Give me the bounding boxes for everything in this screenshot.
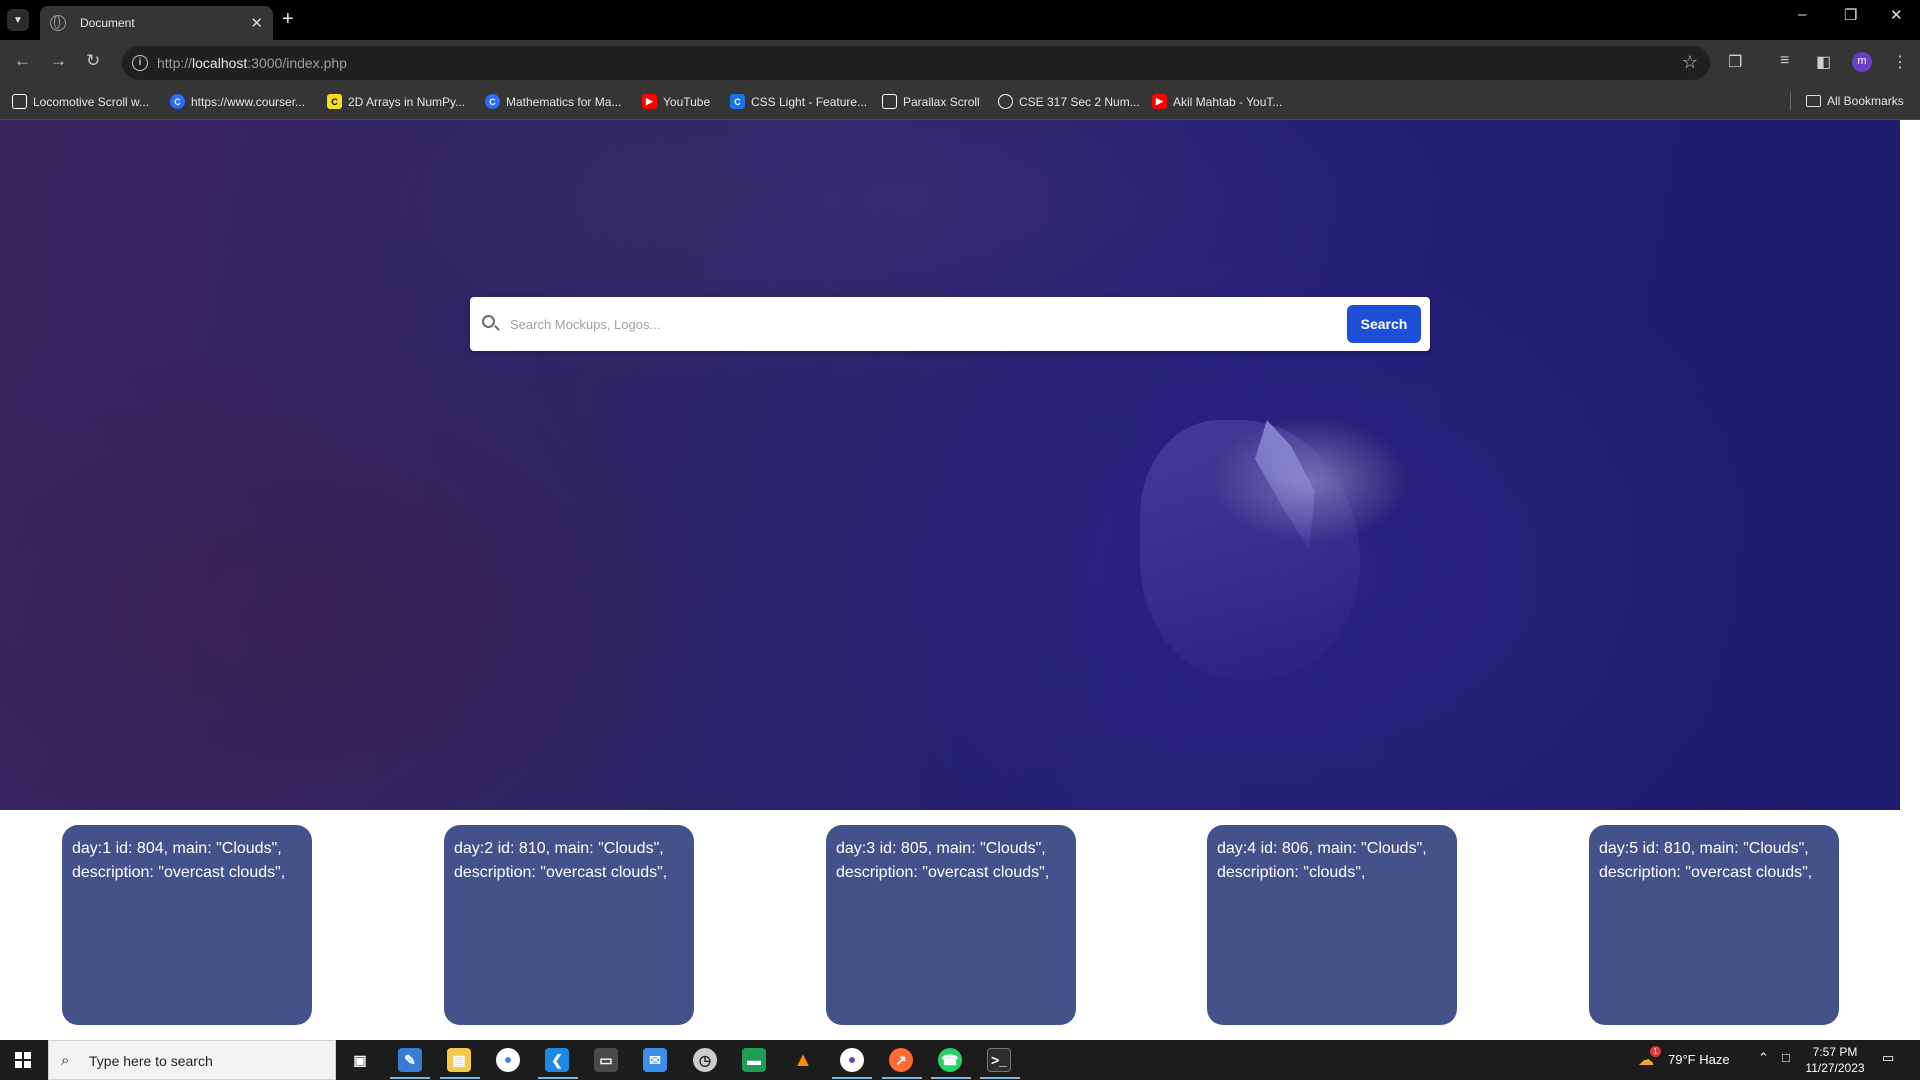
forecast-card: day:1 id: 804, main: "Clouds", descripti… [62, 825, 312, 1025]
task-view-icon[interactable]: ▣ [348, 1048, 372, 1072]
whatsapp-icon[interactable]: ☎ [938, 1048, 962, 1072]
windows-start-icon[interactable] [15, 1052, 31, 1068]
tab-title: Document [80, 16, 135, 30]
reload-icon[interactable]: ↻ [86, 51, 100, 71]
running-indicator [390, 1077, 430, 1079]
card-line-2: description: "overcast clouds", [836, 864, 1050, 881]
css-light-icon: C [730, 94, 745, 109]
all-bookmarks-button[interactable]: All Bookmarks [1806, 94, 1904, 108]
card-line-1: day:5 id: 810, main: "Clouds", [1599, 840, 1809, 857]
forward-icon[interactable]: → [50, 51, 67, 71]
address-bar[interactable]: i http://localhost:3000/index.php ☆ [122, 46, 1710, 80]
folder-icon [1806, 95, 1821, 107]
tray-chevron-icon[interactable]: ⌃ [1758, 1050, 1769, 1066]
card-line-1: day:1 id: 804, main: "Clouds", [72, 840, 282, 857]
card-line-1: day:3 id: 805, main: "Clouds", [836, 840, 1046, 857]
chrome-icon[interactable] [496, 1048, 520, 1072]
url-text: http://localhost:3000/index.php [157, 55, 347, 71]
chrome-profile-icon[interactable] [840, 1048, 864, 1072]
menu-icon[interactable]: ⋮ [1892, 52, 1908, 72]
file-explorer-icon[interactable]: ▤ [447, 1048, 471, 1072]
search-button[interactable]: Search [1347, 305, 1421, 343]
notepad-icon[interactable]: ✎ [398, 1048, 422, 1072]
weather-text[interactable]: 79°F Haze [1668, 1052, 1730, 1067]
bookmarks-bar: Locomotive Scroll w... C https://www.cou… [0, 86, 1920, 120]
chevron-down-icon: ▼ [13, 14, 23, 26]
running-indicator [882, 1077, 922, 1079]
parallax-icon [882, 94, 897, 109]
window-close-icon[interactable]: ✕ [1890, 6, 1903, 24]
search-bar: Search [470, 297, 1430, 351]
taskbar-search-box[interactable]: ⌕ Type here to search [48, 1040, 336, 1080]
weather-badge: 1 [1650, 1046, 1661, 1057]
vlc-icon[interactable]: ▲ [791, 1048, 815, 1072]
page-scrollbar-gutter [1900, 120, 1920, 1040]
card-line-1: day:2 id: 810, main: "Clouds", [454, 840, 664, 857]
chat-app-icon[interactable]: ▬ [742, 1048, 766, 1072]
profile-avatar[interactable]: m [1852, 52, 1872, 72]
network-icon[interactable]: □ [1782, 1050, 1790, 1065]
vscode-icon[interactable]: ❮ [545, 1048, 569, 1072]
tab-document[interactable]: Document ✕ [40, 6, 273, 40]
site-info-icon[interactable]: i [132, 55, 148, 71]
forecast-card: day:4 id: 806, main: "Clouds", descripti… [1207, 825, 1457, 1025]
bookmark-item[interactable]: ▶ Akil Mahtab - YouT... [1152, 94, 1282, 109]
bookmark-item[interactable]: C 2D Arrays in NumPy... [327, 94, 465, 109]
running-indicator [832, 1077, 872, 1079]
bookmark-item[interactable]: Parallax Scroll [882, 94, 980, 109]
close-icon[interactable]: ✕ [250, 14, 263, 32]
bookmark-item[interactable]: Locomotive Scroll w... [12, 94, 149, 109]
youtube-icon: ▶ [1152, 94, 1167, 109]
youtube-icon: ▶ [642, 94, 657, 109]
outlook-icon[interactable]: ✉ [643, 1048, 667, 1072]
numpy-icon: C [327, 94, 342, 109]
running-indicator [440, 1077, 480, 1079]
card-line-2: description: "overcast clouds", [72, 864, 286, 881]
hero-rock-shape [1140, 420, 1360, 680]
card-line-2: description: "clouds", [1217, 864, 1366, 881]
restore-icon[interactable]: ❐ [1844, 6, 1857, 24]
search-icon: ⌕ [61, 1052, 70, 1069]
card-line-1: day:4 id: 806, main: "Clouds", [1217, 840, 1427, 857]
coursera-icon: C [170, 94, 185, 109]
extensions-icon[interactable]: ❐ [1728, 52, 1742, 72]
new-tab-button[interactable]: + [282, 8, 294, 30]
tab-strip: ▼ Document ✕ + – ❐ ✕ [0, 0, 1920, 40]
forecast-card: day:2 id: 810, main: "Clouds", descripti… [444, 825, 694, 1025]
bookmark-item[interactable]: C https://www.courser... [170, 94, 305, 109]
minimize-icon[interactable]: – [1798, 6, 1806, 23]
app-window-icon[interactable]: ▭ [594, 1048, 618, 1072]
bookmark-item[interactable]: C CSS Light - Feature... [730, 94, 867, 109]
hero-background [0, 120, 1900, 810]
bookmark-item[interactable]: CSE 317 Sec 2 Num... [998, 94, 1140, 109]
media-controls-icon[interactable]: ≡ [1780, 52, 1789, 70]
compass-app-icon[interactable]: ↗ [889, 1048, 913, 1072]
coursera-icon: C [485, 94, 500, 109]
globe-icon [50, 15, 66, 31]
card-line-2: description: "overcast clouds", [1599, 864, 1813, 881]
bookmark-star-icon[interactable]: ☆ [1682, 52, 1698, 73]
bookmarks-divider [1790, 92, 1791, 110]
taskbar-clock[interactable]: 7:57 PM 11/27/2023 [1800, 1044, 1870, 1076]
running-indicator [931, 1077, 971, 1079]
terminal-icon[interactable]: >_ [987, 1048, 1011, 1072]
locomotive-icon [12, 94, 27, 109]
browser-toolbar: ← → ↻ i http://localhost:3000/index.php … [0, 40, 1920, 86]
bookmark-item[interactable]: C Mathematics for Ma... [485, 94, 621, 109]
running-indicator [980, 1077, 1020, 1079]
running-indicator [538, 1077, 578, 1079]
side-panel-icon[interactable]: ◧ [1816, 52, 1831, 72]
card-line-2: description: "overcast clouds", [454, 864, 668, 881]
tab-search-button[interactable]: ▼ [7, 9, 29, 31]
search-input[interactable] [510, 309, 1290, 339]
back-icon[interactable]: ← [14, 51, 31, 71]
notifications-icon[interactable]: ▭ [1882, 1050, 1894, 1066]
search-icon [482, 315, 495, 328]
forecast-card: day:5 id: 810, main: "Clouds", descripti… [1589, 825, 1839, 1025]
bookmark-item[interactable]: ▶ YouTube [642, 94, 710, 109]
globe-icon [998, 94, 1013, 109]
forecast-card: day:3 id: 805, main: "Clouds", descripti… [826, 825, 1076, 1025]
clock-app-icon[interactable]: ◷ [693, 1048, 717, 1072]
